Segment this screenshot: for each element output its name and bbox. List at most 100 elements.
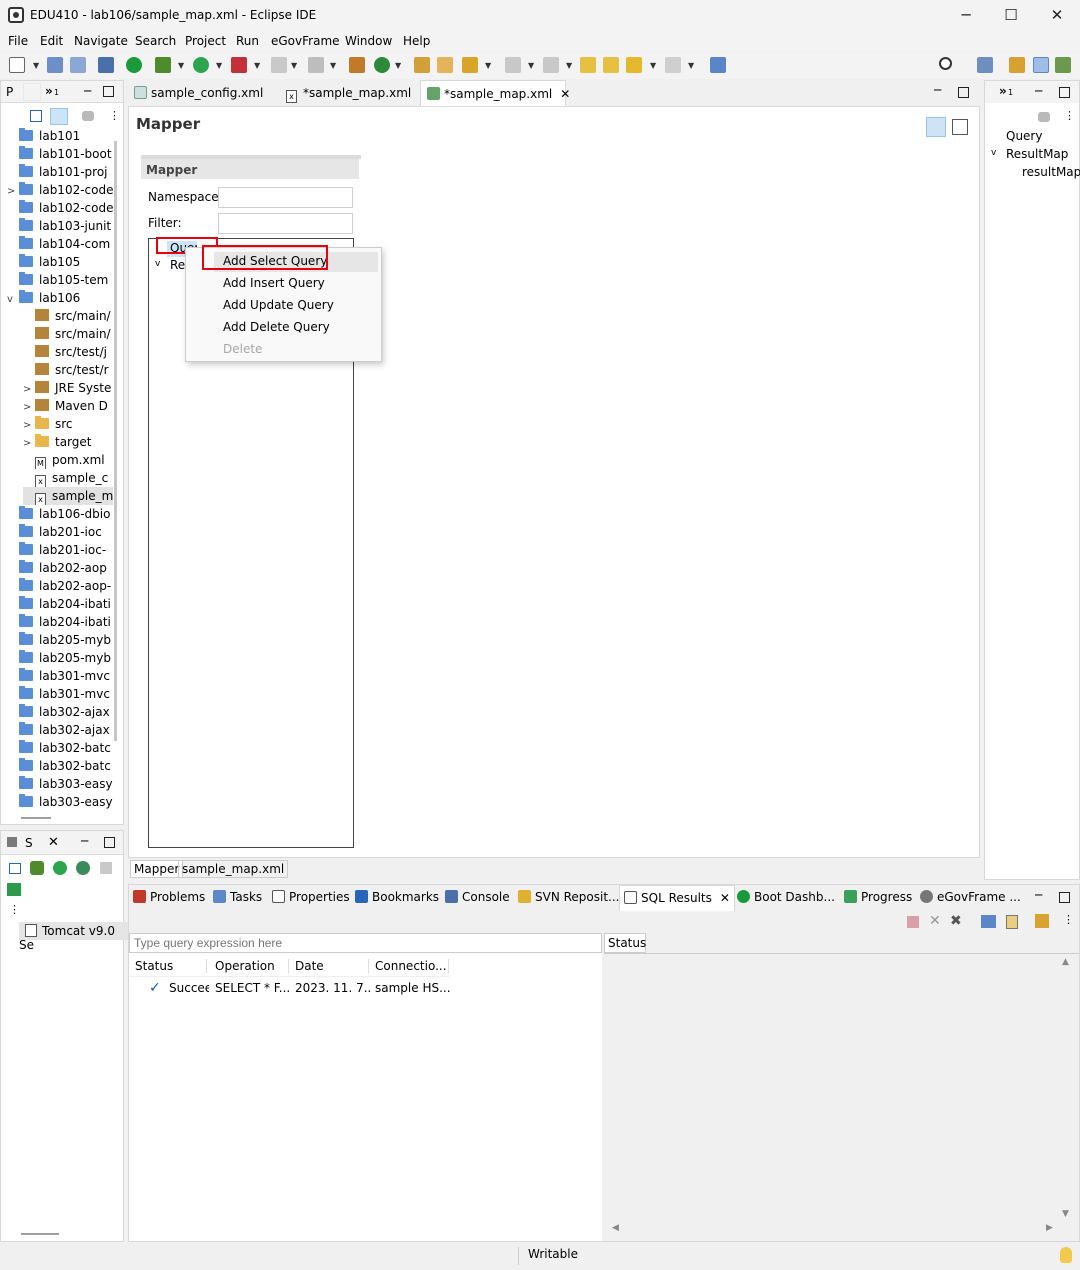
close-tab-icon[interactable]: ✕ [720,891,730,905]
tab-mapper-form[interactable]: Mapper [130,860,184,878]
view-menu-icon[interactable]: ⋮ [109,109,120,122]
egov-perspective-icon[interactable] [1033,57,1049,73]
tree-item[interactable]: lab302-ajax [7,721,113,739]
col-connection[interactable]: Connectio... [375,959,449,973]
chevron-down-icon[interactable]: ▼ [33,61,39,70]
close-view-icon[interactable]: ✕ [48,835,59,850]
tab-console[interactable]: Console [445,888,510,906]
chevron-down-icon[interactable]: v [991,148,996,158]
server-row[interactable]: Tomcat v9.0 Se [19,922,129,952]
table-row[interactable]: ✓ Succeed SELECT * F... 2023. 11. 7... s… [129,979,451,997]
tree-item[interactable]: x sample_c [23,469,113,487]
layout-rows-icon[interactable] [952,119,968,135]
tree-item[interactable]: lab302-batc [7,739,113,757]
tree-item[interactable]: lab202-aop [7,559,113,577]
minimize-view-icon[interactable]: ─ [1035,888,1042,902]
new-class-icon[interactable] [374,57,390,73]
export-icon[interactable] [1006,915,1018,929]
tree-item[interactable]: lab102-code [7,199,113,217]
remove-icon[interactable]: ✕ [929,913,941,929]
tab-sample-map-active[interactable]: *sample_map.xml ✕ [420,80,570,106]
chevron-right-icon[interactable]: > [23,399,35,415]
package-icon[interactable] [349,57,365,73]
save-icon[interactable] [47,57,63,73]
external-tools-icon[interactable] [231,57,247,73]
filter-input[interactable] [218,213,353,234]
menu-edit[interactable]: Edit [40,34,63,48]
chevron-down-icon[interactable]: ▼ [688,61,694,70]
tree-item[interactable]: > target [23,433,113,451]
profile-server-icon[interactable] [76,861,90,875]
tree-item[interactable]: lab202-aop- [7,577,113,595]
tree-item[interactable]: lab303-easy [7,775,113,793]
maximize-view-icon[interactable] [1059,87,1070,98]
tree-item[interactable]: lab201-ioc [7,523,113,541]
pin-icon[interactable] [1035,914,1049,928]
overflow-tabs-icon[interactable]: » [999,84,1007,98]
tree-item[interactable]: lab105 [7,253,113,271]
search-tool-icon[interactable] [462,57,478,73]
view-menu-icon[interactable]: ⋮ [1063,913,1074,926]
tree-item[interactable]: > Maven D [23,397,113,415]
search-icon[interactable] [939,57,952,70]
namespace-input[interactable] [218,187,353,208]
chevron-right-icon[interactable]: > [7,183,19,199]
tree-item[interactable]: Mpom.xml [23,451,113,469]
servers-tab[interactable]: S [25,836,33,850]
tree-item[interactable]: lab105-tem [7,271,113,289]
servers-hscrollbar[interactable] [21,1233,59,1235]
layout-columns-icon[interactable] [926,117,946,137]
maximize-editor-icon[interactable] [958,87,969,98]
tab-bookmarks[interactable]: Bookmarks [355,888,439,906]
menu-search[interactable]: Search [135,34,176,48]
chevron-down-icon[interactable]: ▼ [178,61,184,70]
spring-boot-icon[interactable] [126,57,142,73]
tree-item[interactable]: lab205-myb [7,649,113,667]
tree-item[interactable]: lab204-ibati [7,613,113,631]
collapse-icon[interactable] [9,863,21,874]
save-all-icon[interactable] [70,57,86,73]
chevron-down-icon[interactable]: v [155,259,160,269]
minimize-view-icon[interactable]: ─ [81,834,88,848]
tab-sql-results[interactable]: SQL Results ✕ [619,885,735,911]
scroll-right-icon[interactable]: ▶ [1046,1223,1053,1233]
tree-item[interactable]: src/main/ [23,307,113,325]
tree-item[interactable]: lab104-com [7,235,113,253]
menu-navigate[interactable]: Navigate [74,34,128,48]
minimize-editor-icon[interactable]: ─ [934,83,941,97]
tree-item[interactable]: lab301-mvc [7,667,113,685]
menu-file[interactable]: File [8,34,28,48]
close-button[interactable]: ✕ [1034,0,1080,31]
tree-item[interactable]: src/test/j [23,343,113,361]
outline-item-resultmap-child[interactable]: resultMap [1022,165,1080,179]
tree-item[interactable]: v lab106 [7,289,113,307]
chevron-down-icon[interactable]: ▼ [395,61,401,70]
open-type-icon[interactable] [414,57,430,73]
maximize-view-icon[interactable] [1059,892,1070,903]
jee-perspective-icon[interactable] [1009,57,1025,73]
minimize-button[interactable]: ─ [943,0,989,31]
remove-all-icon[interactable]: ✖ [950,913,962,929]
chevron-down-icon[interactable]: v [7,291,19,307]
tree-item[interactable]: lab101-proj [7,163,113,181]
menu-add-insert-query[interactable]: Add Insert Query [223,276,325,290]
project-explorer-tab[interactable]: P [6,85,13,99]
debug-icon[interactable] [155,57,171,73]
open-folder-icon[interactable] [437,57,453,73]
run-icon[interactable] [193,57,209,73]
chevron-down-icon[interactable]: ▼ [650,61,656,70]
chevron-down-icon[interactable]: ▼ [485,61,491,70]
tab-sample-config[interactable]: sample_config.xml [134,82,263,104]
tree-item[interactable]: src/test/r [23,361,113,379]
forward-edit-icon[interactable] [603,57,619,73]
col-date[interactable]: Date [295,959,369,973]
tree-item[interactable]: > JRE Syste [23,379,113,397]
explorer-hscrollbar[interactable] [21,817,51,819]
tab-progress[interactable]: Progress [844,888,912,906]
menu-add-delete-query[interactable]: Add Delete Query [223,320,330,334]
java-perspective-icon[interactable] [1055,57,1071,73]
chevron-right-icon[interactable]: > [23,381,35,397]
tree-item[interactable]: lab106-dbio [7,505,113,523]
tree-item[interactable]: lab302-ajax [7,703,113,721]
debug-server-icon[interactable] [30,861,44,875]
